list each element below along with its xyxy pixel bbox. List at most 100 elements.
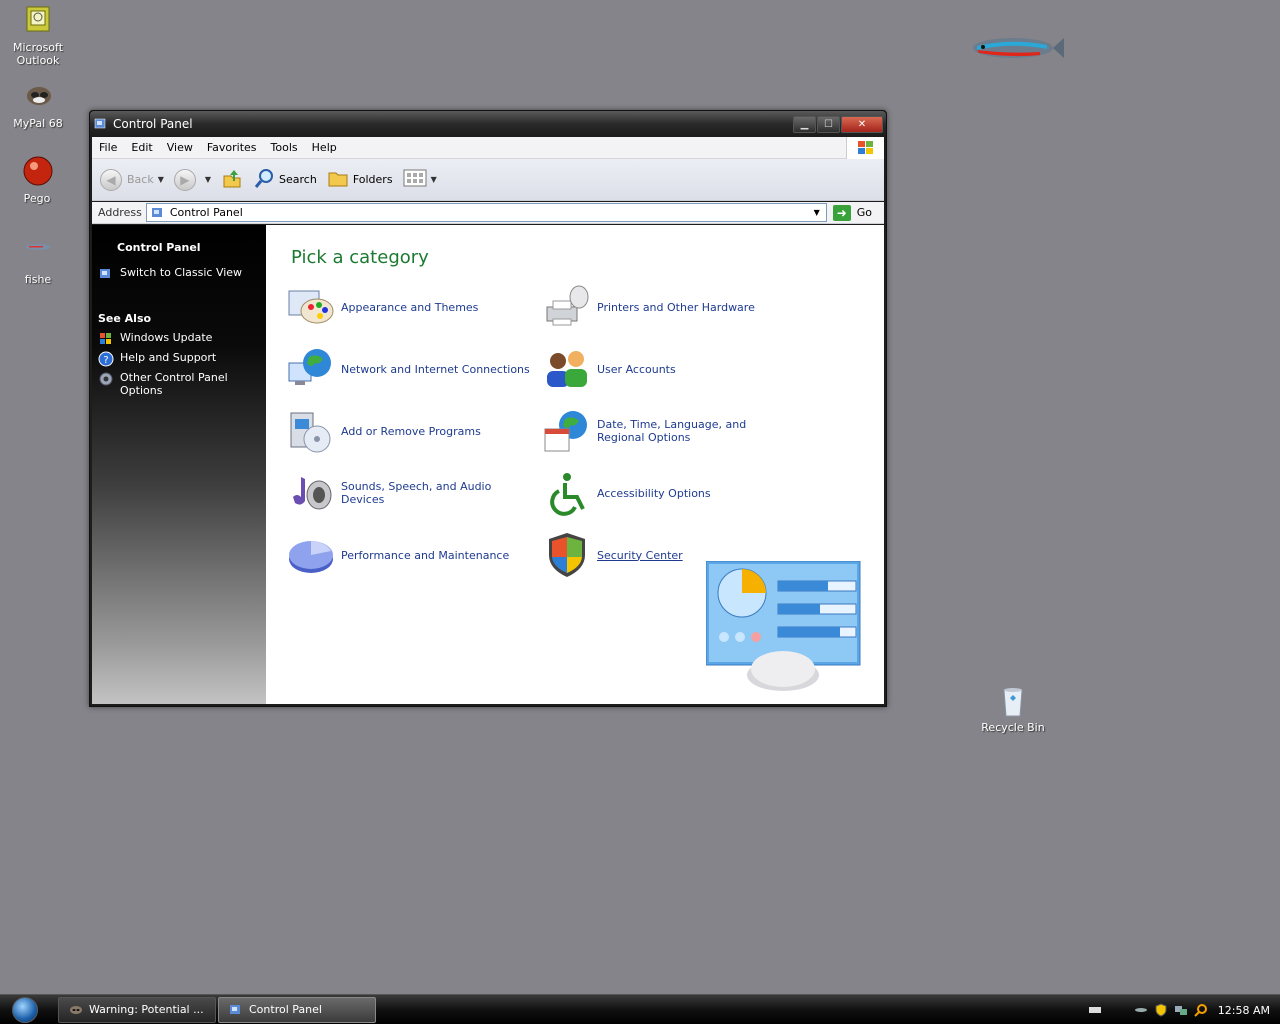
menu-help[interactable]: Help (305, 141, 344, 154)
see-also-header: See Also (98, 312, 152, 325)
back-button[interactable]: ◀ Back ▼ (100, 168, 164, 191)
category-user-accounts[interactable]: User Accounts (543, 345, 793, 393)
folders-button[interactable]: Folders (327, 167, 393, 192)
window-title: Control Panel (113, 117, 193, 131)
windows-update-link[interactable]: Windows Update (92, 331, 266, 347)
views-dropdown-icon: ▼ (430, 175, 437, 184)
close-button[interactable]: ✕ (841, 115, 883, 133)
security-shield-tray-icon[interactable] (1154, 1003, 1168, 1017)
printer-icon (543, 283, 591, 331)
menu-tools[interactable]: Tools (264, 141, 305, 154)
views-button[interactable]: ▼ (403, 168, 437, 191)
system-tray: 12:58 AM (1082, 995, 1280, 1024)
start-button[interactable] (0, 995, 50, 1024)
search-button[interactable]: Search (253, 167, 317, 192)
back-label: Back (127, 173, 154, 186)
search-icon (253, 167, 275, 192)
pick-a-category-heading: Pick a category (291, 247, 429, 268)
category-appearance-and-themes[interactable]: Appearance and Themes (287, 283, 537, 331)
minimize-button[interactable]: ▁ (793, 115, 816, 133)
category-label: Printers and Other Hardware (597, 300, 755, 314)
clock[interactable]: 12:58 AM (1218, 1004, 1270, 1017)
folders-icon (327, 167, 349, 192)
taskbar-item-control-panel[interactable]: Control Panel (218, 996, 376, 1023)
toolbar: ◀ Back ▼ ▶ ▼ Search Folders ▼ (92, 159, 884, 201)
windows-logo-icon (846, 137, 884, 159)
address-field[interactable]: Control Panel ▼ (145, 203, 827, 222)
up-folder-icon (221, 167, 243, 192)
maximize-button[interactable]: ☐ (817, 115, 840, 133)
category-network-and-internet[interactable]: Network and Internet Connections (287, 345, 537, 393)
desktop-icon-fishe[interactable]: fishe (3, 236, 73, 286)
category-label: Add or Remove Programs (341, 424, 481, 438)
address-label: Address (98, 206, 142, 219)
start-orb-icon (12, 996, 38, 1023)
desktop-fish-decoration (965, 30, 1065, 70)
title-bar[interactable]: Control Panel ▁ ☐ ✕ (90, 111, 886, 137)
desktop-icon-pego[interactable]: Pego (2, 155, 72, 205)
help-and-support-label: Help and Support (120, 351, 217, 364)
desktop-icon-label: fishe (24, 273, 52, 286)
control-panel-icon (229, 1003, 243, 1017)
other-options-label: Other Control Panel Options (120, 371, 228, 397)
switch-to-classic-view-link[interactable]: Switch to Classic View (92, 266, 266, 282)
menu-file[interactable]: File (92, 141, 124, 154)
taskbar-item-warning[interactable]: Warning: Potential ... (58, 996, 216, 1023)
forward-button[interactable]: ▶ ▼ (173, 168, 211, 191)
go-arrow-icon: ➜ (832, 204, 851, 221)
network-tray-icon[interactable] (1174, 1003, 1188, 1017)
task-label: Warning: Potential ... (89, 1003, 204, 1016)
menu-edit[interactable]: Edit (124, 141, 159, 154)
desktop-icon-outlook[interactable]: Microsoft Outlook (3, 4, 73, 67)
address-bar: Address Control Panel ▼ ➜ Go (92, 202, 884, 224)
windows-update-label: Windows Update (120, 331, 213, 344)
category-date-time-language-regional[interactable]: Date, Time, Language, and Regional Optio… (543, 407, 793, 455)
category-sounds-speech-audio[interactable]: Sounds, Speech, and Audio Devices (287, 469, 537, 517)
desktop-icon-label: Pego (23, 192, 51, 205)
other-control-panel-options-link[interactable]: Other Control Panel Options (92, 371, 266, 397)
control-panel-icon (98, 266, 114, 282)
help-icon: ? (98, 351, 114, 367)
search-tray-icon[interactable] (1194, 1003, 1208, 1017)
desktop-icon-mypal[interactable]: MyPal 68 (3, 80, 73, 130)
outlook-icon (21, 4, 55, 38)
category-label: Appearance and Themes (341, 300, 479, 314)
up-folder-button[interactable] (221, 167, 243, 192)
add-remove-programs-icon (287, 407, 335, 455)
network-globe-icon (287, 345, 335, 393)
category-performance-and-maintenance[interactable]: Performance and Maintenance (287, 531, 537, 579)
mypal-icon (69, 1003, 83, 1017)
performance-pie-icon (287, 531, 335, 579)
category-accessibility-options[interactable]: Accessibility Options (543, 469, 793, 517)
category-printers-and-hardware[interactable]: Printers and Other Hardware (543, 283, 793, 331)
mypal-icon (21, 80, 55, 114)
gear-icon (98, 371, 114, 387)
forward-dropdown-icon[interactable]: ▼ (205, 175, 211, 184)
address-dropdown-icon[interactable]: ▼ (810, 205, 824, 220)
control-panel-icon (151, 206, 165, 220)
desktop-icon-recycle-bin[interactable]: Recycle Bin (978, 684, 1048, 734)
user-accounts-icon (543, 345, 591, 393)
menu-favorites[interactable]: Favorites (200, 141, 264, 154)
fish-tray-icon[interactable] (1134, 1003, 1148, 1017)
category-add-or-remove-programs[interactable]: Add or Remove Programs (287, 407, 537, 455)
recycle-bin-label: Recycle Bin (981, 721, 1045, 734)
category-label: Date, Time, Language, and Regional Optio… (597, 418, 747, 444)
category-label: Accessibility Options (597, 486, 711, 500)
menu-view[interactable]: View (160, 141, 200, 154)
accessibility-icon (543, 469, 591, 517)
forward-arrow-icon: ▶ (173, 168, 196, 191)
switch-link-label: Switch to Classic View (120, 266, 243, 279)
go-label: Go (856, 206, 872, 219)
task-label: Control Panel (249, 1003, 322, 1016)
windows-update-icon (98, 331, 114, 347)
sound-speaker-icon (287, 469, 335, 517)
views-icon (403, 168, 427, 191)
address-value: Control Panel (169, 206, 243, 219)
keyboard-icon[interactable] (1088, 1003, 1102, 1017)
appearance-palette-icon (287, 283, 335, 331)
back-dropdown-icon[interactable]: ▼ (158, 175, 164, 184)
help-and-support-link[interactable]: ? Help and Support (92, 351, 266, 367)
go-button[interactable]: ➜ Go (827, 204, 884, 221)
category-label: Sounds, Speech, and Audio Devices (341, 480, 492, 506)
